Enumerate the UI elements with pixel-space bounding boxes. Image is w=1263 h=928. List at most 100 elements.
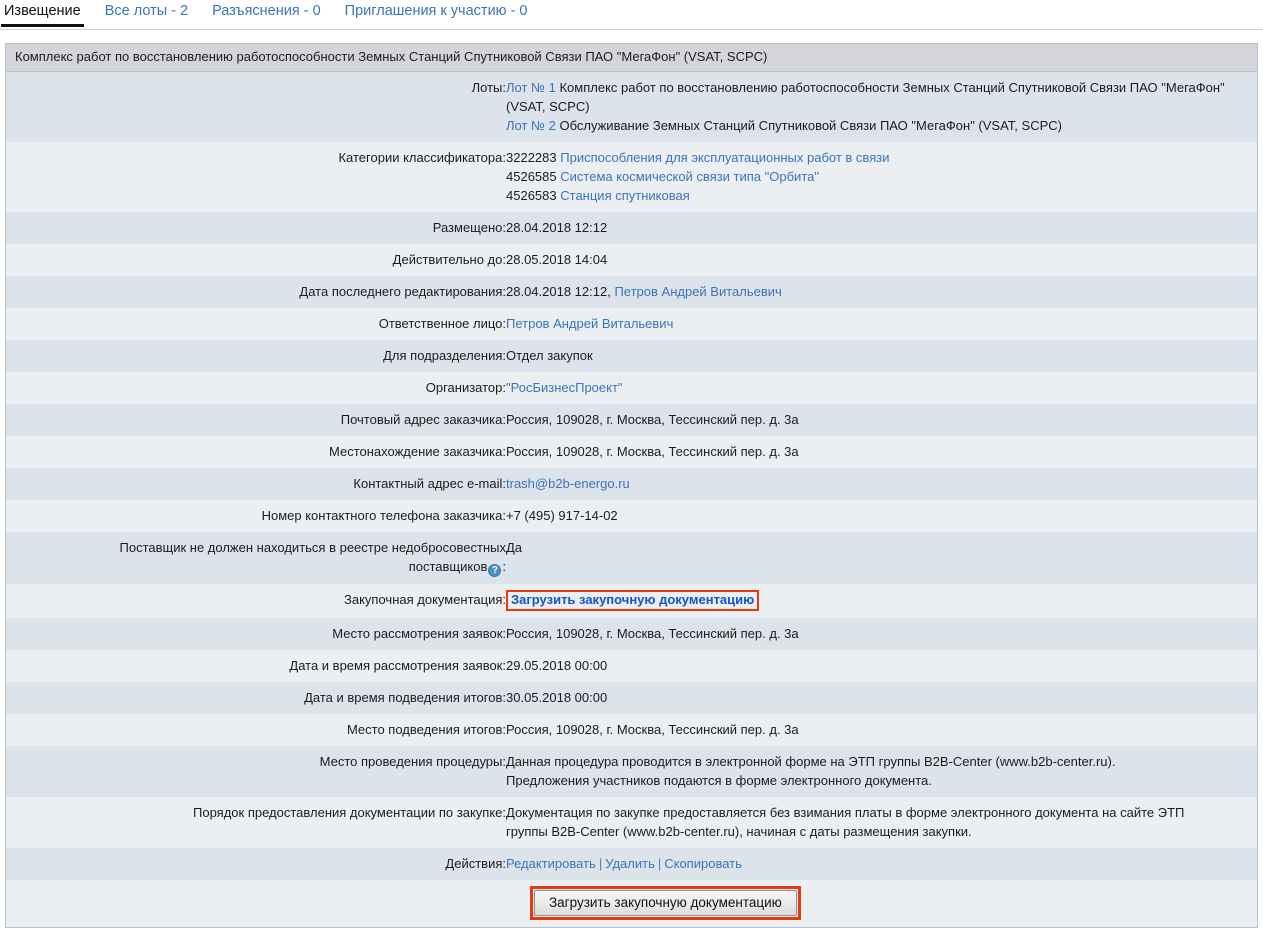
value-location: Россия, 109028, г. Москва, Тессинский пе… [506,436,1257,468]
label-actions: Действия: [6,848,506,880]
value-published: 28.04.2018 12:12 [506,212,1257,244]
table-row-phone: Номер контактного телефона заказчика: +7… [6,500,1257,532]
delete-link[interactable]: Удалить [605,856,655,871]
table-row-registry: Поставщик не должен находиться в реестре… [6,532,1257,584]
lot-line-2: Лот № 2 Обслуживание Земных Станций Спут… [506,116,1257,135]
download-documentation-link[interactable]: Загрузить закупочную документацию [511,592,754,607]
table-row-procedure-place: Место проведения процедуры: Данная проце… [6,746,1257,797]
table-row-responsible: Ответственное лицо: Петров Андрей Виталь… [6,308,1257,340]
label-organizer: Организатор: [6,372,506,404]
doc-order-line2: группы B2B-Center (www.b2b-center.ru), н… [506,822,1257,841]
table-row-lots: Лоты: Лот № 1 Комплекс работ по восстано… [6,72,1257,142]
value-review-date: 29.05.2018 00:00 [506,650,1257,682]
category-line-1: 3222283 Приспособления для эксплуатацион… [506,148,1257,167]
lot-1-link[interactable]: Лот № 1 [506,80,556,95]
category-2-link[interactable]: Система космической связи типа "Орбита" [560,169,819,184]
table-row-doc-order: Порядок предоставления документации по з… [6,797,1257,848]
table-row-download-button: Загрузить закупочную документацию [6,880,1257,927]
value-last-edit: 28.04.2018 12:12, Петров Андрей Витальев… [506,276,1257,308]
value-responsible: Петров Андрей Витальевич [506,308,1257,340]
category-3-link[interactable]: Станция спутниковая [560,188,690,203]
value-email: trash@b2b-energo.ru [506,468,1257,500]
value-registry: Да [506,532,1257,584]
label-documentation: Закупочная документация: [6,584,506,618]
label-review-date: Дата и время рассмотрения заявок: [6,650,506,682]
label-registry: Поставщик не должен находиться в реестре… [6,532,506,584]
category-1-link[interactable]: Приспособления для эксплуатационных рабо… [560,150,889,165]
registry-label-line2: поставщиков?: [6,557,506,577]
registry-label-colon: : [502,559,506,574]
value-documentation: Загрузить закупочную документацию [506,584,1257,618]
table-row-review-date: Дата и время рассмотрения заявок: 29.05.… [6,650,1257,682]
organizer-link[interactable]: "РосБизнесПроект" [506,380,623,395]
registry-label-line1: Поставщик не должен находиться в реестре… [6,538,506,557]
last-edit-date: 28.04.2018 12:12, [506,284,611,299]
table-row-published: Размещено: 28.04.2018 12:12 [6,212,1257,244]
actions-separator-2: | [655,856,664,871]
label-postal-address: Почтовый адрес заказчика: [6,404,506,436]
lot-2-text: Обслуживание Земных Станций Спутниковой … [559,118,1062,133]
tab-bar: Извещение Все лоты - 2 Разъяснения - 0 П… [0,0,1263,30]
notice-card: Комплекс работ по восстановлению работос… [5,43,1258,928]
value-categories: 3222283 Приспособления для эксплуатацион… [506,142,1257,212]
table-row-actions: Действия: Редактировать|Удалить|Скопиров… [6,848,1257,880]
copy-link[interactable]: Скопировать [664,856,742,871]
value-organizer: "РосБизнесПроект" [506,372,1257,404]
table-row-results-place: Место подведения итогов: Россия, 109028,… [6,714,1257,746]
download-button-highlight: Загрузить закупочную документацию [530,886,801,920]
value-procedure-place: Данная процедура проводится в электронно… [506,746,1257,797]
table-row-documentation: Закупочная документация: Загрузить закуп… [6,584,1257,618]
table-row-results-date: Дата и время подведения итогов: 30.05.20… [6,682,1257,714]
tab-razyasneniya[interactable]: Разъяснения - 0 [212,0,321,26]
registry-label-text2: поставщиков [409,559,488,574]
table-row-last-edit: Дата последнего редактирования: 28.04.20… [6,276,1257,308]
label-published: Размещено: [6,212,506,244]
label-review-place: Место рассмотрения заявок: [6,618,506,650]
label-results-place: Место подведения итогов: [6,714,506,746]
last-edit-user-link[interactable]: Петров Андрей Витальевич [614,284,781,299]
value-department: Отдел закупок [506,340,1257,372]
value-lots: Лот № 1 Комплекс работ по восстановлению… [506,72,1257,142]
label-department: Для подразделения: [6,340,506,372]
label-phone: Номер контактного телефона заказчика: [6,500,506,532]
tab-priglasheniya[interactable]: Приглашения к участию - 0 [345,0,528,26]
label-responsible: Ответственное лицо: [6,308,506,340]
category-line-3: 4526583 Станция спутниковая [506,186,1257,205]
table-row-postal-address: Почтовый адрес заказчика: Россия, 109028… [6,404,1257,436]
value-valid-until: 28.05.2018 14:04 [506,244,1257,276]
email-link[interactable]: trash@b2b-energo.ru [506,476,630,491]
table-row-organizer: Организатор: "РосБизнесПроект" [6,372,1257,404]
value-results-place: Россия, 109028, г. Москва, Тессинский пе… [506,714,1257,746]
category-line-2: 4526585 Система космической связи типа "… [506,167,1257,186]
help-icon[interactable]: ? [488,564,501,577]
table-row-categories: Категории классификатора: 3222283 Приспо… [6,142,1257,212]
lot-line-1: Лот № 1 Комплекс работ по восстановлению… [506,78,1257,116]
value-actions: Редактировать|Удалить|Скопировать [506,848,1257,880]
label-results-date: Дата и время подведения итогов: [6,682,506,714]
label-doc-order: Порядок предоставления документации по з… [6,797,506,848]
label-download-button-empty [6,880,506,927]
procedure-place-line1: Данная процедура проводится в электронно… [506,752,1257,771]
lot-2-link[interactable]: Лот № 2 [506,118,556,133]
label-location: Местонахождение заказчика: [6,436,506,468]
procedure-place-line2: Предложения участников подаются в форме … [506,771,1257,790]
value-download-button: Загрузить закупочную документацию [506,880,1257,927]
label-lots: Лоты: [6,72,506,142]
tab-vse-loty[interactable]: Все лоты - 2 [105,0,188,26]
value-review-place: Россия, 109028, г. Москва, Тессинский пе… [506,618,1257,650]
card-title: Комплекс работ по восстановлению работос… [6,44,1257,72]
label-last-edit: Дата последнего редактирования: [6,276,506,308]
download-documentation-button[interactable]: Загрузить закупочную документацию [534,890,797,916]
tab-izveshchenie[interactable]: Извещение [4,0,81,26]
documentation-link-highlight: Загрузить закупочную документацию [506,590,759,611]
table-row-email: Контактный адрес e-mail: trash@b2b-energ… [6,468,1257,500]
value-phone: +7 (495) 917-14-02 [506,500,1257,532]
responsible-user-link[interactable]: Петров Андрей Витальевич [506,316,673,331]
lot-1-text: Комплекс работ по восстановлению работос… [506,80,1225,114]
label-procedure-place: Место проведения процедуры: [6,746,506,797]
table-row-valid-until: Действительно до: 28.05.2018 14:04 [6,244,1257,276]
edit-link[interactable]: Редактировать [506,856,596,871]
label-valid-until: Действительно до: [6,244,506,276]
category-1-code: 3222283 [506,150,557,165]
table-row-department: Для подразделения: Отдел закупок [6,340,1257,372]
